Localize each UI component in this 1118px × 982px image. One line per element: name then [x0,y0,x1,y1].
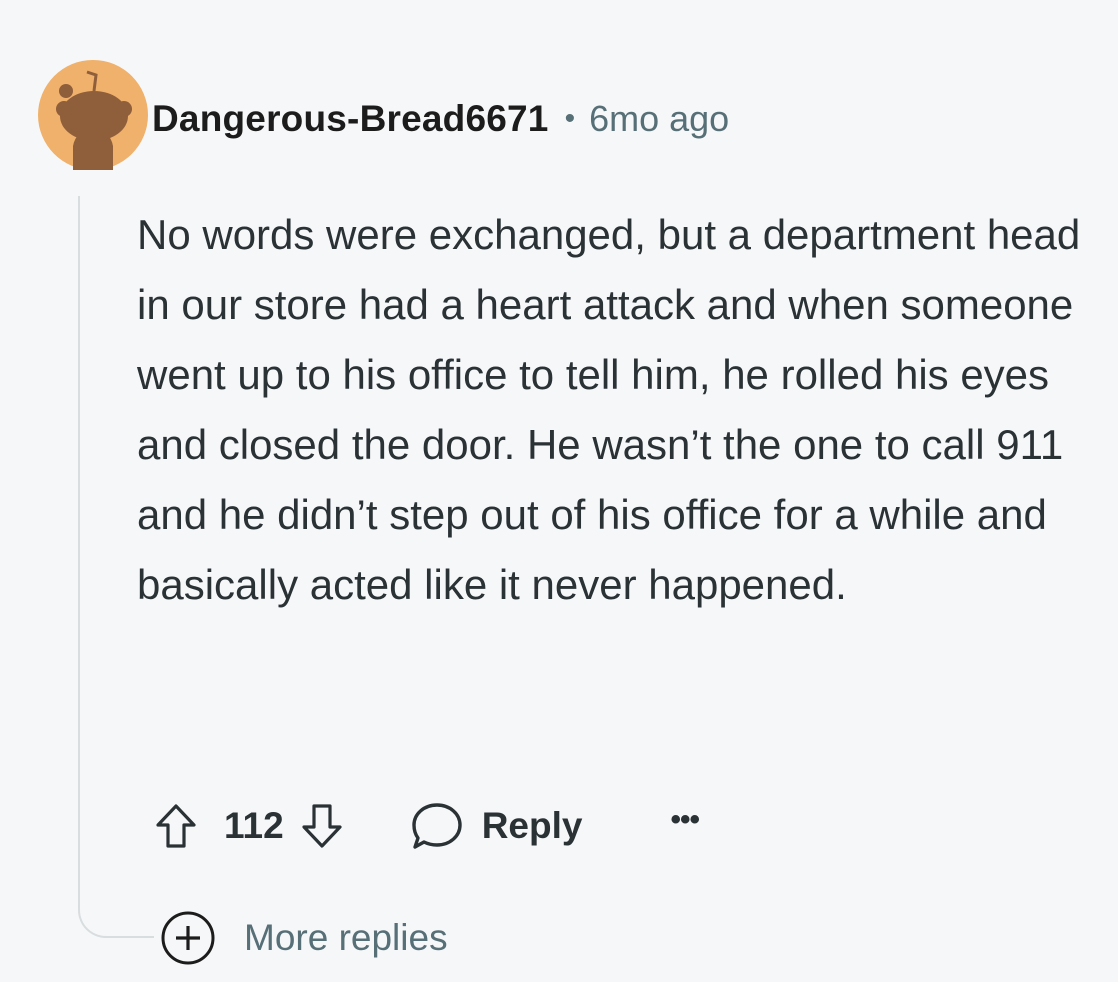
reply-button[interactable]: Reply [410,801,583,851]
speech-bubble-icon [412,803,462,849]
ellipsis-icon[interactable]: ••• [670,805,699,835]
avatar[interactable] [38,60,148,172]
comment-actions: 112 Reply ••• [148,795,700,857]
vote-score: 112 [224,805,284,846]
downvote-button[interactable] [294,798,350,854]
plus-circle-icon [161,911,215,965]
username[interactable]: Dangerous-Bread6671 [152,98,549,140]
downvote-arrow-icon [302,804,342,848]
comment-body: No words were exchanged, but a departmen… [137,211,1081,608]
comment-header: Dangerous-Bread6671 • 6mo ago [152,96,729,142]
separator-dot: • [564,102,576,135]
more-replies-button[interactable]: More replies [160,910,448,966]
upvote-button[interactable] [148,798,204,854]
timestamp[interactable]: 6mo ago [589,98,729,140]
snoo-avatar-icon [38,60,148,172]
more-replies-label: More replies [244,917,448,958]
upvote-arrow-icon [156,804,196,848]
reply-label: Reply [481,805,583,846]
